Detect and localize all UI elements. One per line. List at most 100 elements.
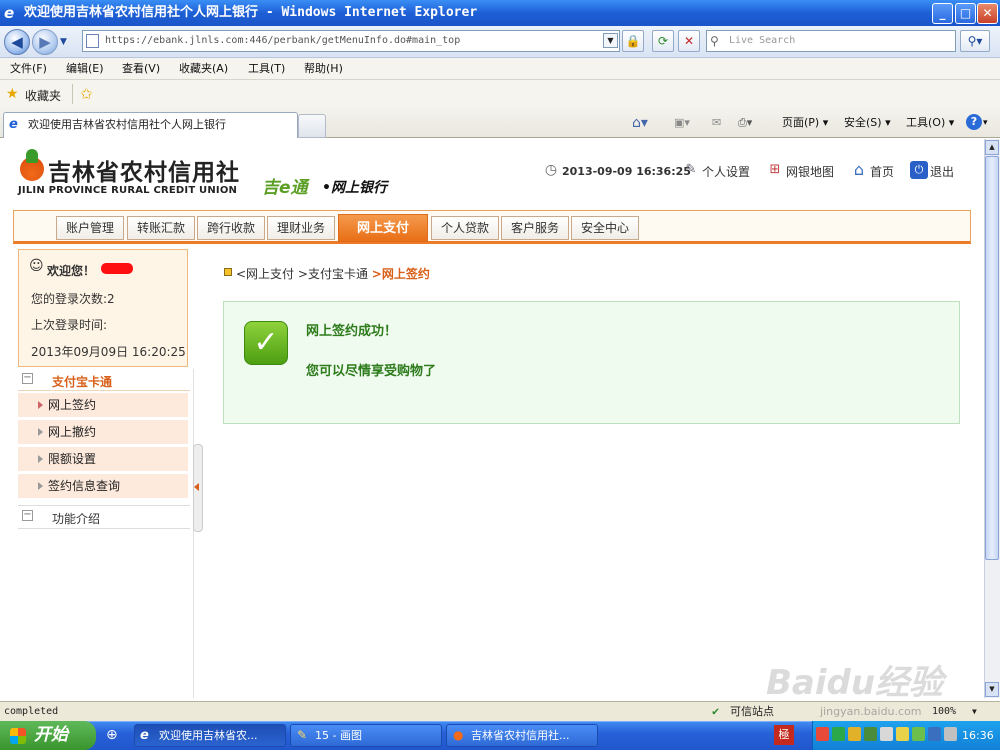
collapse-arrow-icon [194, 483, 199, 491]
zoom-level[interactable]: 100% [932, 702, 956, 721]
start-label: 开始 [34, 725, 68, 745]
window-title-bar: 欢迎使用吉林省农村信用社个人网上银行 - Windows Internet Ex… [0, 0, 1000, 26]
forward-button[interactable]: ▶ [32, 29, 58, 55]
nav-tab-account[interactable]: 账户管理 [56, 216, 124, 240]
close-button[interactable]: ✕ [977, 3, 998, 24]
volume-icon[interactable] [944, 727, 957, 741]
zoom-dropdown-icon[interactable]: ▼ [972, 702, 977, 721]
tray-icon-2[interactable] [832, 727, 845, 741]
browser-tab[interactable]: 欢迎使用吉林省农村信用社个人网上银行 [3, 112, 298, 138]
favorites-label[interactable]: 收藏夹 [25, 87, 61, 104]
nav-tab-interbank[interactable]: 跨行收款 [197, 216, 265, 240]
sidebar-footer[interactable]: − 功能介绍 [18, 505, 190, 529]
tray-icon-8[interactable] [928, 727, 941, 741]
address-input[interactable]: https://ebank.jlnls.com:446/perbank/getM… [82, 30, 620, 52]
sidebar-section-header[interactable]: − 支付宝卡通 [18, 369, 190, 391]
history-dropdown-icon[interactable]: ▼ [60, 37, 67, 47]
menu-edit[interactable]: 编辑(E) [66, 58, 104, 80]
task-label: 吉林省农村信用社... [471, 729, 570, 742]
menu-favorites[interactable]: 收藏夹(A) [179, 58, 228, 80]
stop-icon[interactable]: ✕ [678, 30, 700, 52]
add-favorite-icon[interactable]: ✩ [80, 85, 93, 103]
breadcrumb: <网上支付 >支付宝卡通 >网上签约 [236, 265, 430, 282]
logout-icon[interactable]: ⏻ [910, 161, 928, 179]
collapse-icon[interactable]: − [22, 373, 33, 384]
sidebar-item-limit[interactable]: 限额设置 [18, 447, 188, 471]
page-menu[interactable]: 页面(P) ▾ [782, 114, 828, 132]
windows-logo-icon [10, 728, 26, 744]
scroll-thumb[interactable] [985, 156, 999, 560]
scroll-up-icon[interactable]: ▲ [985, 140, 999, 155]
tray-icon-5[interactable] [880, 727, 893, 741]
nav-tab-transfer[interactable]: 转账汇款 [127, 216, 195, 240]
sidebar-toggle-handle[interactable] [193, 444, 203, 532]
window-title: 欢迎使用吉林省农村信用社个人网上银行 - Windows Internet Ex… [24, 5, 478, 20]
home-link[interactable]: 首页 [870, 163, 894, 181]
task-paint-icon: ✎ [297, 728, 308, 742]
tray-icon-4[interactable] [864, 727, 877, 741]
breadcrumb-item[interactable]: >支付宝卡通 [298, 267, 368, 281]
page-icon [86, 34, 99, 48]
clock[interactable]: 16:36 [962, 729, 994, 742]
ime-icon[interactable]: 極 [774, 725, 794, 745]
minimize-button[interactable]: _ [932, 3, 953, 24]
sitemap-link[interactable]: 网银地图 [786, 163, 834, 181]
nav-tab-loans[interactable]: 个人贷款 [431, 216, 499, 240]
collapse-icon[interactable]: − [22, 510, 33, 521]
nav-tab-online-payment[interactable]: 网上支付 [338, 214, 428, 242]
nav-tab-service[interactable]: 客户服务 [501, 216, 569, 240]
tray-icon-1[interactable] [816, 727, 829, 741]
nav-tab-security[interactable]: 安全中心 [571, 216, 639, 240]
favorites-star-icon[interactable]: ★ [6, 86, 19, 102]
search-input[interactable]: Live Search [706, 30, 956, 52]
new-tab-button[interactable] [298, 114, 326, 138]
tray-icon-7[interactable] [912, 727, 925, 741]
task-rcc-window[interactable]: 吉林省农村信用社... [446, 724, 598, 747]
last-login-label: 上次登录时间: [31, 318, 108, 332]
zone-text[interactable]: 可信站点 [730, 702, 774, 721]
sidebar-item-query[interactable]: 签约信息查询 [18, 474, 188, 498]
menu-help[interactable]: 帮助(H) [304, 58, 343, 80]
sitemap-icon[interactable]: ⊞ [766, 161, 784, 179]
breadcrumb-item[interactable]: <网上支付 [236, 267, 294, 281]
tools-menu[interactable]: 工具(O) ▾ [906, 114, 954, 132]
search-go-icon[interactable]: ⚲▾ [960, 30, 990, 52]
mail-icon[interactable]: ✉ [712, 114, 721, 132]
clock-icon: ◷ [544, 162, 558, 178]
safety-menu[interactable]: 安全(S) ▾ [844, 114, 891, 132]
redacted-name [101, 263, 133, 274]
lock-icon[interactable]: 🔒 [622, 30, 644, 52]
sidebar-item-cancel[interactable]: 网上撤约 [18, 420, 188, 444]
personal-settings-link[interactable]: 个人设置 [702, 163, 750, 181]
home-page-icon[interactable]: ⌂ [850, 161, 868, 179]
web-page: 吉林省农村信用社 JILIN PROVINCE RURAL CREDIT UNI… [0, 139, 984, 698]
print-icon[interactable]: ⎙▾ [738, 114, 752, 132]
success-body: 您可以尽情享受购物了 [306, 364, 437, 379]
menu-view[interactable]: 查看(V) [122, 58, 160, 80]
help-icon[interactable]: ? [966, 114, 982, 130]
sidebar-item-sign[interactable]: 网上签约 [18, 393, 188, 417]
home-icon[interactable]: ⌂▾ [632, 114, 648, 132]
tray-icon-6[interactable] [896, 727, 909, 741]
brand-logo: 吉e通 [262, 178, 308, 198]
task-ie-window[interactable]: 欢迎使用吉林省农... [134, 724, 286, 747]
nav-tab-wealth[interactable]: 理财业务 [267, 216, 335, 240]
scroll-down-icon[interactable]: ▼ [985, 682, 999, 697]
settings-icon[interactable]: ✎ [682, 161, 700, 179]
quicklaunch-ie-icon[interactable]: ⊕ [106, 727, 122, 743]
breadcrumb-current: >网上签约 [371, 267, 430, 281]
menu-tools[interactable]: 工具(T) [248, 58, 285, 80]
trusted-check-icon: ✔ [712, 704, 720, 718]
menu-file[interactable]: 文件(F) [10, 58, 47, 80]
feeds-icon[interactable]: ▣▾ [674, 114, 690, 132]
refresh-icon[interactable]: ⟳ [652, 30, 674, 52]
logout-link[interactable]: 退出 [930, 163, 954, 181]
address-dropdown-icon[interactable]: ▼ [603, 33, 618, 48]
maximize-button[interactable]: □ [955, 3, 976, 24]
sidebar-divider [193, 369, 194, 698]
help-dropdown-icon[interactable]: ▾ [983, 114, 988, 132]
back-button[interactable]: ◀ [4, 29, 30, 55]
last-login-time: 2013年09月09日 16:20:25 [31, 345, 186, 359]
task-paint-window[interactable]: 15 - 画图 [290, 724, 442, 747]
tray-icon-3[interactable] [848, 727, 861, 741]
